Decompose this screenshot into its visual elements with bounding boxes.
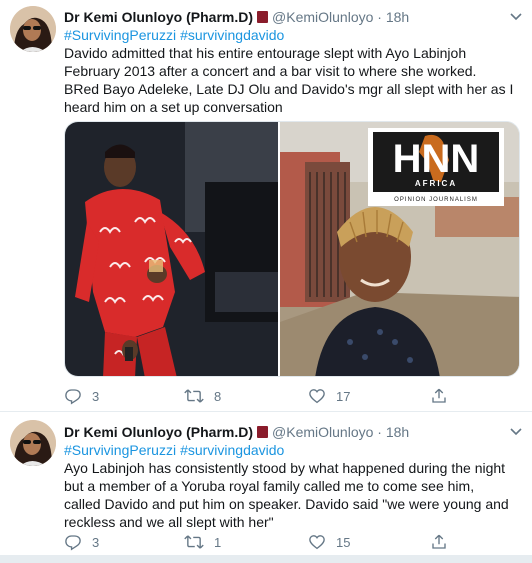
chevron-down-icon[interactable] [510,425,522,439]
hashtag-link[interactable]: #SurvivingPeruzzi [64,27,176,43]
share-icon [432,534,446,549]
display-name[interactable]: Dr Kemi Olunloyo (Pharm.D) [64,424,253,440]
flag-icon [257,426,269,438]
svg-text:OPINION JOURNALISM: OPINION JOURNALISM [394,197,478,203]
retweet-button[interactable]: 8 [184,387,221,405]
hashtag-link[interactable]: #survivingdavido [180,442,284,458]
reply-count: 3 [92,388,100,404]
handle[interactable]: @KemiOlunloyo [272,9,373,25]
display-name[interactable]: Dr Kemi Olunloyo (Pharm.D) [64,9,253,25]
reply-icon [65,535,81,551]
avatar[interactable] [10,420,56,466]
chevron-down-icon[interactable] [510,10,522,24]
like-count: 15 [336,534,351,550]
heart-icon [309,535,325,550]
avatar[interactable] [10,6,56,52]
share-icon [432,388,446,403]
tweet-2[interactable]: Dr Kemi Olunloyo (Pharm.D) @KemiOlunloyo … [0,412,532,557]
timestamp[interactable]: 18h [386,9,409,25]
timeline-separator [0,555,532,563]
retweet-button[interactable]: 1 [184,533,221,551]
tweet-1[interactable]: Dr Kemi Olunloyo (Pharm.D) @KemiOlunloyo … [0,0,532,405]
reply-icon [65,389,81,405]
svg-text:AFRICA: AFRICA [415,179,457,188]
share-button[interactable] [430,387,458,405]
reply-button[interactable]: 3 [64,387,99,405]
tweet-media[interactable]: HNN AFRICA OPINION JOURNALISM [64,121,520,377]
like-button[interactable]: 15 [308,533,350,551]
retweet-count: 8 [214,388,222,404]
hashtags: #SurvivingPeruzzi #survivingdavido [64,26,288,44]
like-count: 17 [336,388,351,404]
like-button[interactable]: 17 [308,387,350,405]
media-photos[interactable]: HNN AFRICA OPINION JOURNALISM [65,122,520,377]
retweet-count: 1 [214,534,222,550]
logo-text: HNN [393,137,480,181]
reply-button[interactable]: 3 [64,533,99,551]
share-button[interactable] [430,533,458,551]
tweet-header: Dr Kemi Olunloyo (Pharm.D) @KemiOlunloyo … [64,9,410,25]
tweet-text: Davido admitted that his entire entourag… [64,45,514,115]
hashtag-link[interactable]: #survivingdavido [180,27,284,43]
hashtags: #SurvivingPeruzzi #survivingdavido [64,441,288,459]
tweet-text: Ayo Labinjoh has consistently stood by w… [64,460,509,530]
flag-icon [257,11,269,23]
tweet-actions: 3 1 15 [64,533,504,553]
handle[interactable]: @KemiOlunloyo [272,424,373,440]
timestamp[interactable]: 18h [386,424,409,440]
retweet-icon [184,535,204,549]
tweet-actions: 3 8 17 [64,387,504,407]
retweet-icon [184,389,204,403]
reply-count: 3 [92,534,100,550]
hashtag-link[interactable]: #SurvivingPeruzzi [64,442,176,458]
tweet-header: Dr Kemi Olunloyo (Pharm.D) @KemiOlunloyo … [64,424,410,440]
heart-icon [309,389,325,404]
